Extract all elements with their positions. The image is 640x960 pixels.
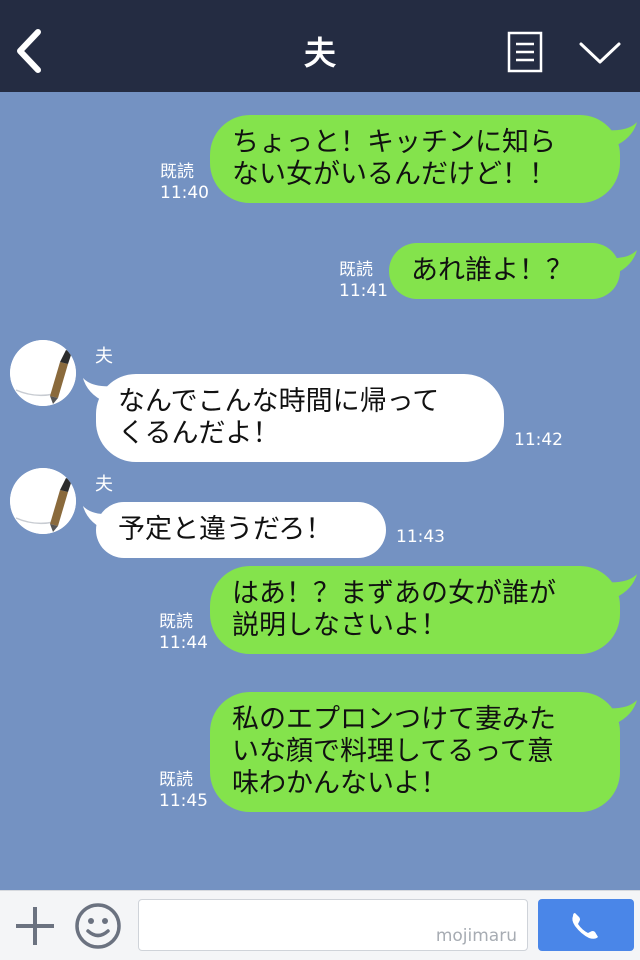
message-line: 予定と違うだろ！ xyxy=(118,514,333,545)
message-line: ない女がいるんだけど！！ xyxy=(232,159,556,190)
chevron-down-icon xyxy=(579,42,621,64)
plus-icon xyxy=(16,907,54,945)
message-line: 説明しなさいよ！ xyxy=(232,610,448,641)
back-button[interactable] xyxy=(14,28,48,74)
pen-icon xyxy=(10,340,76,406)
message-time: 11:40 xyxy=(160,183,209,203)
message-time: 11:44 xyxy=(159,633,208,653)
message-bubble[interactable]: はあ！？まずあの女が誰が 説明しなさいよ！ xyxy=(210,566,620,654)
message-bubble[interactable]: なんでこんな時間に帰って くるんだよ！ xyxy=(96,374,504,462)
add-button[interactable] xyxy=(14,905,56,947)
chat-area[interactable]: 既読 11:40 ちょっと！キッチンに知ら ない女がいるんだけど！！ 既読 11… xyxy=(0,92,640,890)
message-time: 11:41 xyxy=(339,281,388,301)
phone-icon xyxy=(572,913,598,939)
back-chevron-icon xyxy=(17,29,41,73)
chat-header: 夫 xyxy=(0,0,640,92)
avatar[interactable] xyxy=(10,468,76,534)
message-bubble[interactable]: ちょっと！キッチンに知ら ない女がいるんだけど！！ xyxy=(210,115,620,203)
message-meta: 既読 11:41 xyxy=(339,260,388,302)
message-time: 11:42 xyxy=(514,430,563,450)
emoji-icon xyxy=(75,903,121,949)
message-line: いな顔で料理してるって意 xyxy=(232,736,554,767)
pen-icon xyxy=(10,468,76,534)
avatar[interactable] xyxy=(10,340,76,406)
menu-list-icon xyxy=(507,31,543,73)
read-receipt: 既読 xyxy=(160,162,194,182)
chat-title: 夫 xyxy=(303,34,336,72)
message-line: ちょっと！キッチンに知ら xyxy=(232,127,556,158)
message-bubble[interactable]: 私のエプロンつけて妻みた いな顔で料理してるって意 味わかんないよ！ xyxy=(210,692,620,812)
message-bubble[interactable]: あれ誰よ！？ xyxy=(389,243,620,299)
menu-button[interactable] xyxy=(507,31,543,73)
read-receipt: 既読 xyxy=(159,770,193,790)
emoji-button[interactable] xyxy=(74,902,122,950)
message-line: はあ！？まずあの女が誰が xyxy=(232,578,556,609)
message-line: あれ誰よ！？ xyxy=(411,255,573,286)
message-line: くるんだよ！ xyxy=(118,418,280,449)
watermark: mojimaru xyxy=(435,926,517,946)
message-time: 11:45 xyxy=(159,791,208,811)
read-receipt: 既読 xyxy=(159,612,193,632)
sender-name: 夫 xyxy=(95,474,113,495)
message-meta: 既読 11:40 xyxy=(160,162,209,204)
message-line: 私のエプロンつけて妻みた xyxy=(232,704,556,735)
call-button[interactable] xyxy=(538,899,634,951)
message-meta: 既読 11:44 xyxy=(159,612,208,654)
expand-button[interactable] xyxy=(578,38,622,68)
message-line: 味わかんないよ！ xyxy=(232,768,448,799)
message-time: 11:43 xyxy=(396,527,445,547)
sender-name: 夫 xyxy=(95,346,113,367)
input-bar: mojimaru xyxy=(0,890,640,960)
message-meta: 既読 11:45 xyxy=(159,770,208,812)
read-receipt: 既読 xyxy=(339,260,373,280)
message-bubble[interactable]: 予定と違うだろ！ xyxy=(96,502,386,558)
message-input[interactable]: mojimaru xyxy=(138,899,528,951)
message-line: なんでこんな時間に帰って xyxy=(118,386,440,417)
